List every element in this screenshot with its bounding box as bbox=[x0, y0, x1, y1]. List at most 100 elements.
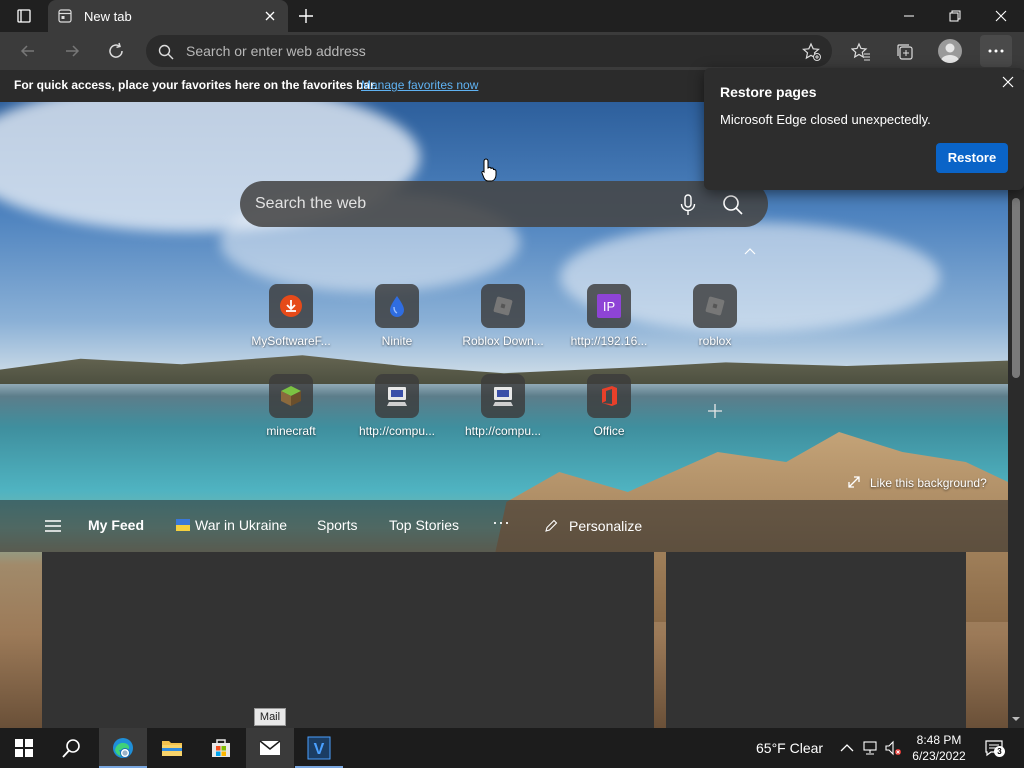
search-icon[interactable] bbox=[722, 194, 744, 216]
taskbar-tooltip: Mail bbox=[254, 708, 286, 726]
feed-navigation: My Feed War in Ukraine Sports Top Storie… bbox=[0, 500, 1008, 552]
chevron-up-icon[interactable] bbox=[742, 246, 758, 258]
toolbar bbox=[0, 32, 1024, 70]
weather-status[interactable]: 65°F Clear bbox=[756, 740, 823, 756]
mail-icon bbox=[259, 740, 281, 755]
hand-cursor-icon bbox=[481, 158, 497, 182]
minimize-button[interactable] bbox=[886, 0, 932, 32]
new-tab-button[interactable] bbox=[296, 6, 316, 26]
search-icon bbox=[158, 44, 174, 60]
personalize-label: Personalize bbox=[569, 518, 643, 534]
quick-link-tile[interactable]: roblox bbox=[667, 284, 763, 364]
taskbar-file-explorer[interactable] bbox=[148, 728, 196, 768]
svg-text:V: V bbox=[314, 741, 325, 758]
personalize-button[interactable]: Personalize bbox=[540, 511, 646, 541]
newtab-page-icon bbox=[58, 9, 72, 23]
quick-link-tile[interactable]: Office bbox=[561, 374, 657, 454]
new-tab-page: MySoftwareF... Ninite Roblox Down... IP … bbox=[0, 102, 1008, 728]
volume-muted-icon[interactable] bbox=[884, 739, 902, 757]
news-card[interactable] bbox=[42, 552, 654, 728]
quick-link-tile[interactable]: Roblox Down... bbox=[455, 284, 551, 364]
quick-link-label: http://compu... bbox=[464, 424, 542, 438]
chevron-up-icon[interactable] bbox=[838, 739, 856, 757]
quick-link-tile[interactable]: IP http://192.16... bbox=[561, 284, 657, 364]
address-input[interactable] bbox=[186, 41, 746, 61]
restore-pages-popup: Restore pages Microsoft Edge closed unex… bbox=[704, 68, 1024, 190]
title-bar: New tab bbox=[0, 0, 1024, 32]
collections-button[interactable] bbox=[890, 37, 918, 65]
network-icon[interactable] bbox=[862, 739, 880, 757]
add-favorite-icon[interactable] bbox=[802, 42, 822, 62]
store-icon bbox=[212, 739, 230, 757]
quick-link-label: Roblox Down... bbox=[462, 334, 544, 348]
like-background-link[interactable]: Like this background? bbox=[846, 474, 987, 493]
clock-date: 6/23/2022 bbox=[912, 749, 966, 763]
minecraft-icon bbox=[269, 374, 313, 418]
settings-more-button[interactable] bbox=[980, 35, 1012, 67]
pencil-icon bbox=[545, 519, 558, 532]
add-site-icon[interactable] bbox=[700, 396, 730, 426]
news-card[interactable] bbox=[666, 552, 966, 728]
tab-new-tab[interactable]: New tab bbox=[48, 0, 288, 32]
microphone-icon[interactable] bbox=[678, 194, 698, 216]
taskbar-search-button[interactable] bbox=[48, 728, 96, 768]
close-icon[interactable] bbox=[1000, 74, 1016, 90]
feed-tab-war-in-ukraine[interactable]: War in Ukraine bbox=[195, 517, 287, 533]
popup-title: Restore pages bbox=[720, 84, 817, 100]
tab-actions-icon[interactable] bbox=[10, 6, 38, 26]
quick-link-tile[interactable]: Ninite bbox=[349, 284, 445, 364]
quick-link-label: Office bbox=[593, 424, 625, 438]
notification-badge: 3 bbox=[994, 746, 1005, 757]
quick-link-tile[interactable]: http://compu... bbox=[349, 374, 445, 454]
quick-link-tile[interactable]: MySoftwareF... bbox=[243, 284, 339, 364]
address-bar[interactable] bbox=[146, 35, 832, 67]
back-button[interactable] bbox=[14, 37, 42, 65]
folder-icon bbox=[162, 741, 182, 756]
close-tab-icon[interactable] bbox=[262, 8, 278, 24]
feed-tab-top-stories[interactable]: Top Stories bbox=[389, 517, 459, 533]
favorites-hint: For quick access, place your favorites h… bbox=[14, 78, 378, 92]
popup-message: Microsoft Edge closed unexpectedly. bbox=[720, 112, 931, 127]
restore-button[interactable]: Restore bbox=[936, 143, 1008, 173]
notification-center-button[interactable]: 3 bbox=[984, 738, 1005, 758]
restore-window-button[interactable] bbox=[932, 0, 978, 32]
quick-link-label: roblox bbox=[698, 334, 732, 348]
computer-icon bbox=[375, 374, 419, 418]
hamburger-menu-icon[interactable] bbox=[44, 520, 62, 532]
scrollbar-thumb[interactable] bbox=[1012, 198, 1020, 378]
web-search-input[interactable] bbox=[255, 193, 655, 215]
edge-icon bbox=[113, 738, 133, 758]
more-feed-tabs-button[interactable]: ··· bbox=[492, 512, 510, 533]
expand-icon bbox=[848, 476, 860, 488]
roblox-icon bbox=[481, 284, 525, 328]
system-clock[interactable]: 8:48 PM 6/23/2022 bbox=[906, 732, 972, 764]
forward-button[interactable] bbox=[58, 37, 86, 65]
tab-title: New tab bbox=[84, 9, 132, 24]
download-icon bbox=[269, 284, 313, 328]
taskbar-vstudio[interactable]: V bbox=[295, 728, 343, 768]
manage-favorites-link[interactable]: Manage favorites now bbox=[361, 78, 478, 92]
scroll-down-icon[interactable] bbox=[1011, 714, 1021, 724]
close-window-button[interactable] bbox=[978, 0, 1024, 32]
quick-link-label: http://192.16... bbox=[570, 334, 648, 348]
web-search-box[interactable] bbox=[240, 181, 768, 227]
refresh-button[interactable] bbox=[102, 37, 130, 65]
favorites-button[interactable] bbox=[846, 37, 874, 65]
taskbar-edge[interactable] bbox=[99, 728, 147, 768]
search-icon bbox=[62, 739, 80, 758]
more-icon bbox=[988, 49, 1004, 53]
svg-text:IP: IP bbox=[603, 299, 615, 314]
profile-avatar[interactable] bbox=[938, 39, 962, 63]
taskbar-mail[interactable] bbox=[246, 728, 294, 768]
quick-link-tile[interactable]: minecraft bbox=[243, 374, 339, 454]
quick-link-label: http://compu... bbox=[358, 424, 436, 438]
windows-icon bbox=[15, 739, 33, 757]
quick-link-label: MySoftwareF... bbox=[251, 334, 331, 348]
taskbar-store[interactable] bbox=[197, 728, 245, 768]
page-scrollbar[interactable] bbox=[1008, 102, 1024, 728]
start-button[interactable] bbox=[0, 728, 48, 768]
feed-tab-sports[interactable]: Sports bbox=[317, 517, 357, 533]
feed-tab-my-feed[interactable]: My Feed bbox=[88, 517, 144, 533]
quick-link-tile[interactable]: http://compu... bbox=[455, 374, 551, 454]
ip-icon: IP bbox=[587, 284, 631, 328]
